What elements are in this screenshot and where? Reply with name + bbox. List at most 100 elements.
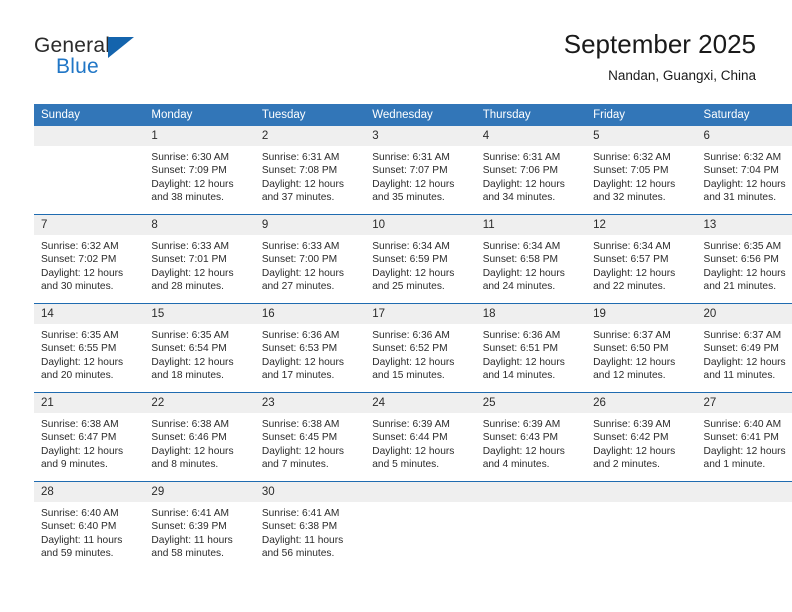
calendar-day-cell[interactable]: 6 Sunrise: 6:32 AM Sunset: 7:04 PM Daylight… <box>696 126 792 215</box>
calendar-day-cell[interactable]: 15 Sunrise: 6:35 AM Sunset: 6:54 PM Dayligh… <box>144 303 255 393</box>
day-details: Sunrise: 6:41 AM Sunset: 6:38 PM Daylight:… <box>255 502 365 561</box>
calendar-day-cell[interactable]: 22 Sunrise: 6:38 AM Sunset: 6:46 PM Dayligh… <box>144 392 255 482</box>
daylight-text-line2: and 37 minutes. <box>261 192 335 204</box>
daylight-text-line2: and 56 minutes. <box>261 548 335 560</box>
calendar-day-cell[interactable]: 17 Sunrise: 6:36 AM Sunset: 6:52 PM Dayligh… <box>365 303 476 393</box>
day-details: Sunrise: 6:38 AM Sunset: 6:45 PM Daylight:… <box>255 413 365 472</box>
calendar-day-cell[interactable]: 30 Sunrise: 6:41 AM Sunset: 6:38 PM Dayligh… <box>254 481 366 570</box>
sunset-text: Sunset: 6:40 PM <box>41 521 117 533</box>
sunset-text: Sunset: 6:57 PM <box>593 254 669 266</box>
sunrise-text: Sunrise: 6:40 AM <box>41 508 119 519</box>
sunrise-text: Sunrise: 6:41 AM <box>151 508 230 519</box>
calendar-day-cell[interactable]: 12 Sunrise: 6:34 AM Sunset: 6:57 PM Dayligh… <box>586 214 697 304</box>
day-number: 15 <box>144 304 255 324</box>
daylight-text-line2: and 22 minutes. <box>593 281 666 293</box>
calendar-day-cell <box>586 481 697 570</box>
daylight-text-line2: and 17 minutes. <box>261 370 335 382</box>
day-number: 27 <box>696 393 792 413</box>
sunrise-text: Sunrise: 6:38 AM <box>151 419 230 430</box>
calendar-day-cell[interactable]: 20 Sunrise: 6:37 AM Sunset: 6:49 PM Dayligh… <box>696 303 792 393</box>
calendar-day-cell[interactable]: 3 Sunrise: 6:31 AM Sunset: 7:07 PM Daylight… <box>365 126 476 215</box>
calendar-day-cell[interactable]: 19 Sunrise: 6:37 AM Sunset: 6:50 PM Dayligh… <box>586 303 697 393</box>
day-number: 7 <box>34 215 145 235</box>
daylight-text-line2: and 20 minutes. <box>41 370 114 382</box>
daylight-text-line1: Daylight: 11 hours <box>151 534 233 546</box>
day-number: 5 <box>586 126 697 146</box>
calendar-day-cell[interactable]: 1 Sunrise: 6:30 AM Sunset: 7:09 PM Daylight… <box>144 126 255 215</box>
sunset-text: Sunset: 6:42 PM <box>593 432 669 444</box>
daylight-text-line2: and 21 minutes. <box>703 281 777 293</box>
day-details: Sunrise: 6:36 AM Sunset: 6:53 PM Daylight:… <box>255 324 365 383</box>
calendar-day-cell[interactable]: 11 Sunrise: 6:34 AM Sunset: 6:58 PM Dayligh… <box>475 214 587 304</box>
day-details: Sunrise: 6:34 AM Sunset: 6:57 PM Daylight:… <box>586 235 696 294</box>
day-cell-inner: 18 Sunrise: 6:36 AM Sunset: 6:51 PM Dayligh… <box>475 304 587 392</box>
sunset-text: Sunset: 6:56 PM <box>703 254 779 266</box>
day-cell-inner: 2 Sunrise: 6:31 AM Sunset: 7:08 PM Daylight… <box>254 126 366 214</box>
day-details: Sunrise: 6:31 AM Sunset: 7:06 PM Daylight:… <box>476 146 586 205</box>
weekday-header-saturday: Saturday <box>696 104 792 126</box>
day-details: Sunrise: 6:30 AM Sunset: 7:09 PM Daylight:… <box>144 146 254 205</box>
daylight-text-line2: and 34 minutes. <box>482 192 556 204</box>
calendar-day-cell[interactable]: 23 Sunrise: 6:38 AM Sunset: 6:45 PM Dayligh… <box>254 392 366 482</box>
page-title: September 2025 <box>563 29 756 59</box>
calendar-day-cell[interactable]: 28 Sunrise: 6:40 AM Sunset: 6:40 PM Dayligh… <box>34 481 145 570</box>
calendar-day-cell[interactable]: 5 Sunrise: 6:32 AM Sunset: 7:05 PM Daylight… <box>586 126 697 215</box>
daylight-text-line2: and 27 minutes. <box>261 281 335 293</box>
daylight-text-line1: Daylight: 12 hours <box>41 267 124 279</box>
calendar-day-cell[interactable]: 2 Sunrise: 6:31 AM Sunset: 7:08 PM Daylight… <box>254 126 366 215</box>
calendar-day-cell[interactable]: 16 Sunrise: 6:36 AM Sunset: 6:53 PM Dayligh… <box>254 303 366 393</box>
daylight-text-line1: Daylight: 12 hours <box>593 356 676 368</box>
calendar-day-cell[interactable]: 18 Sunrise: 6:36 AM Sunset: 6:51 PM Dayligh… <box>475 303 587 393</box>
day-number: 1 <box>144 126 255 146</box>
calendar-day-cell[interactable]: 26 Sunrise: 6:39 AM Sunset: 6:42 PM Dayligh… <box>586 392 697 482</box>
day-details: Sunrise: 6:34 AM Sunset: 6:58 PM Daylight:… <box>476 235 586 294</box>
calendar-day-cell[interactable]: 4 Sunrise: 6:31 AM Sunset: 7:06 PM Daylight… <box>475 126 587 215</box>
day-cell-inner: 3 Sunrise: 6:31 AM Sunset: 7:07 PM Daylight… <box>365 126 476 214</box>
sunset-text: Sunset: 6:52 PM <box>372 343 448 355</box>
daylight-text-line1: Daylight: 12 hours <box>151 267 234 279</box>
calendar-day-cell[interactable]: 21 Sunrise: 6:38 AM Sunset: 6:47 PM Dayligh… <box>34 392 145 482</box>
sunrise-text: Sunrise: 6:30 AM <box>151 152 230 163</box>
day-cell-inner: 19 Sunrise: 6:37 AM Sunset: 6:50 PM Dayligh… <box>586 304 697 392</box>
daylight-text-line2: and 30 minutes. <box>41 281 114 293</box>
day-cell-inner: 20 Sunrise: 6:37 AM Sunset: 6:49 PM Dayligh… <box>696 304 792 392</box>
daylight-text-line1: Daylight: 12 hours <box>593 178 676 190</box>
sunset-text: Sunset: 6:41 PM <box>703 432 779 444</box>
day-cell-inner <box>586 482 697 570</box>
day-cell-inner: 5 Sunrise: 6:32 AM Sunset: 7:05 PM Daylight… <box>586 126 697 214</box>
sunset-text: Sunset: 7:04 PM <box>703 165 779 177</box>
calendar-day-cell[interactable]: 27 Sunrise: 6:40 AM Sunset: 6:41 PM Dayligh… <box>696 392 792 482</box>
day-details: Sunrise: 6:34 AM Sunset: 6:59 PM Daylight:… <box>365 235 475 294</box>
day-number: 24 <box>365 393 476 413</box>
sunset-text: Sunset: 6:59 PM <box>372 254 448 266</box>
sunrise-text: Sunrise: 6:39 AM <box>593 419 671 430</box>
daylight-text-line2: and 58 minutes. <box>151 548 224 560</box>
sunrise-text: Sunrise: 6:36 AM <box>372 330 450 341</box>
calendar-day-cell[interactable]: 25 Sunrise: 6:39 AM Sunset: 6:43 PM Dayligh… <box>475 392 587 482</box>
day-number: 29 <box>144 482 255 502</box>
daylight-text-line1: Daylight: 12 hours <box>703 356 786 368</box>
day-details: Sunrise: 6:37 AM Sunset: 6:49 PM Daylight:… <box>697 324 792 383</box>
calendar-week-row: 21 Sunrise: 6:38 AM Sunset: 6:47 PM Dayligh… <box>34 392 792 482</box>
daylight-text-line2: and 25 minutes. <box>372 281 445 293</box>
daylight-text-line2: and 18 minutes. <box>151 370 224 382</box>
sunrise-text: Sunrise: 6:36 AM <box>482 330 561 341</box>
daylight-text-line1: Daylight: 12 hours <box>261 356 344 368</box>
calendar-day-cell[interactable]: 10 Sunrise: 6:34 AM Sunset: 6:59 PM Dayligh… <box>365 214 476 304</box>
calendar-day-cell[interactable]: 9 Sunrise: 6:33 AM Sunset: 7:00 PM Daylight… <box>254 214 366 304</box>
day-number <box>34 126 145 146</box>
calendar-day-cell[interactable]: 13 Sunrise: 6:35 AM Sunset: 6:56 PM Dayligh… <box>696 214 792 304</box>
calendar-day-cell[interactable]: 24 Sunrise: 6:39 AM Sunset: 6:44 PM Dayligh… <box>365 392 476 482</box>
calendar-day-cell[interactable]: 8 Sunrise: 6:33 AM Sunset: 7:01 PM Daylight… <box>144 214 255 304</box>
day-number: 25 <box>475 393 587 413</box>
day-cell-inner: 9 Sunrise: 6:33 AM Sunset: 7:00 PM Daylight… <box>254 215 366 303</box>
day-details: Sunrise: 6:41 AM Sunset: 6:39 PM Daylight:… <box>144 502 254 561</box>
calendar-day-cell[interactable]: 14 Sunrise: 6:35 AM Sunset: 6:55 PM Dayligh… <box>34 303 145 393</box>
calendar-day-cell[interactable]: 29 Sunrise: 6:41 AM Sunset: 6:39 PM Dayligh… <box>144 481 255 570</box>
calendar-day-cell[interactable]: 7 Sunrise: 6:32 AM Sunset: 7:02 PM Daylight… <box>34 214 145 304</box>
day-cell-inner: 14 Sunrise: 6:35 AM Sunset: 6:55 PM Dayligh… <box>34 304 145 392</box>
sunset-text: Sunset: 6:50 PM <box>593 343 669 355</box>
day-number: 17 <box>365 304 476 324</box>
sunrise-text: Sunrise: 6:39 AM <box>482 419 561 430</box>
daylight-text-line2: and 12 minutes. <box>593 370 666 382</box>
